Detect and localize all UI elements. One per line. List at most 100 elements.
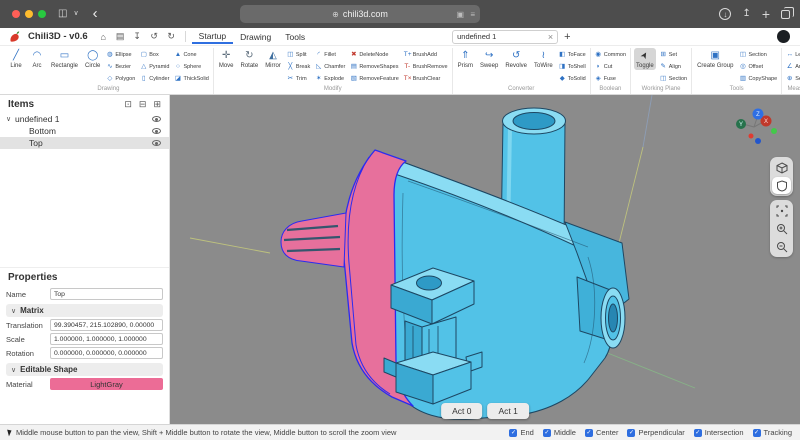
tool-thicksolid-button[interactable]: ◪ThickSolid	[173, 73, 209, 84]
act-button-0[interactable]: Act 0	[441, 403, 482, 419]
material-button[interactable]: LightGray	[50, 378, 163, 390]
axis-neg-y-dot[interactable]	[771, 128, 777, 134]
collapse-all-icon[interactable]: ⊟	[139, 99, 147, 110]
axis-neg-x-dot[interactable]	[749, 134, 754, 139]
tree-item-top[interactable]: Top	[0, 137, 169, 149]
zoom-in-button[interactable]	[772, 220, 791, 237]
visibility-eye-icon[interactable]	[152, 128, 161, 134]
snap-intersection[interactable]: ✓Intersection	[694, 428, 744, 437]
tool-circle-button[interactable]: ◯Circle	[83, 48, 102, 70]
file-button[interactable]: ▤	[113, 30, 128, 44]
new-browser-tab-button[interactable]: +	[762, 9, 770, 19]
tool-section-button[interactable]: ◫Section	[659, 73, 688, 84]
visibility-eye-icon[interactable]	[152, 140, 161, 146]
tool-line-button[interactable]: ╱Line	[7, 48, 25, 70]
checkbox-checked-icon[interactable]: ✓	[627, 429, 635, 437]
tool-create-group-button[interactable]: ▣Create Group	[695, 48, 735, 70]
checkbox-checked-icon[interactable]: ✓	[585, 429, 593, 437]
tool-cut-button[interactable]: ◗Cut	[594, 61, 627, 72]
checkbox-checked-icon[interactable]: ✓	[543, 429, 551, 437]
tool-section-button[interactable]: ◫Section	[738, 49, 778, 60]
tool-sweep-button[interactable]: ↪Sweep	[478, 48, 500, 70]
tab-tools[interactable]: Tools	[278, 30, 312, 43]
tool-toface-button[interactable]: ◧ToFace	[558, 49, 587, 60]
tool-length-button[interactable]: ↔Length	[785, 49, 800, 60]
tool-removefeature-button[interactable]: ▧RemoveFeature	[349, 73, 399, 84]
chevron-down-icon[interactable]: ∨	[73, 9, 78, 19]
tool-tosolid-button[interactable]: ◆ToSolid	[558, 73, 587, 84]
checkbox-checked-icon[interactable]: ✓	[509, 429, 517, 437]
tool-set-button[interactable]: ⊞Set	[659, 49, 688, 60]
snap-perpendicular[interactable]: ✓Perpendicular	[627, 428, 684, 437]
tool-rotate-button[interactable]: ↻Rotate	[239, 48, 261, 70]
tool-removeshapes-button[interactable]: ▤RemoveShapes	[349, 61, 399, 72]
tool-angle-button[interactable]: ∠Angle	[785, 61, 800, 72]
link-document-icon[interactable]: ⊡	[124, 99, 132, 110]
close-window-button[interactable]	[12, 10, 20, 18]
tool-toggle-button[interactable]: ➤Toggle	[634, 48, 656, 70]
home-button[interactable]: ⌂	[96, 30, 111, 44]
tool-cone-button[interactable]: ▲Cone	[173, 49, 209, 60]
tool-align-button[interactable]: ✎Align	[659, 61, 688, 72]
tool-split-button[interactable]: ◫Split	[286, 49, 311, 60]
snap-middle[interactable]: ✓Middle	[543, 428, 576, 437]
section-header-editable-shape[interactable]: ∨Editable Shape	[6, 363, 163, 376]
tool-deletenode-button[interactable]: ✖DeleteNode	[349, 49, 399, 60]
close-document-icon[interactable]: ×	[548, 32, 553, 42]
tool-towire-button[interactable]: ≀ToWire	[532, 48, 555, 70]
tool-ellipse-button[interactable]: ◍Ellipse	[105, 49, 136, 60]
redo-button[interactable]: ↻	[164, 30, 179, 44]
viewport-3d[interactable]: Y X Z	[170, 95, 800, 424]
tree-item-undefined-1[interactable]: ∨undefined 1	[0, 113, 169, 125]
tool-brushremove-button[interactable]: T-BrushRemove	[403, 61, 449, 72]
tab-drawing[interactable]: Drawing	[233, 30, 278, 43]
name-input[interactable]	[50, 288, 163, 300]
orientation-gizmo[interactable]: Y X Z	[730, 103, 790, 151]
tool-toshell-button[interactable]: ◨ToShell	[558, 61, 587, 72]
share-icon[interactable]: ↥	[742, 9, 750, 19]
tool-offset-button[interactable]: ◎Offset	[738, 61, 778, 72]
tool-break-button[interactable]: ╳Break	[286, 61, 311, 72]
snap-tracking[interactable]: ✓Tracking	[753, 428, 792, 437]
axis-neg-z-dot[interactable]	[755, 138, 761, 144]
property-input-translation[interactable]	[50, 319, 163, 331]
visibility-eye-icon[interactable]	[152, 116, 161, 122]
snap-center[interactable]: ✓Center	[585, 428, 619, 437]
tab-overview-icon[interactable]	[781, 10, 790, 19]
property-input-scale[interactable]	[50, 333, 163, 345]
tool-fuse-button[interactable]: ◈Fuse	[594, 73, 627, 84]
tool-bezier-button[interactable]: ∿Bezier	[105, 61, 136, 72]
expand-all-icon[interactable]: ⊞	[153, 99, 161, 110]
undo-button[interactable]: ↺	[147, 30, 162, 44]
wireframe-view-button[interactable]	[772, 159, 791, 176]
tool-copyshape-button[interactable]: ▥CopyShape	[738, 73, 778, 84]
url-bar[interactable]: ⊕ chili3d.com ▣ ≡	[240, 5, 480, 23]
property-input-rotation[interactable]	[50, 347, 163, 359]
chevron-down-icon[interactable]: ∨	[6, 115, 15, 123]
tool-brushclear-button[interactable]: T×BrushClear	[403, 73, 449, 84]
privacy-badge-icon[interactable]: ▣	[456, 10, 464, 19]
zoom-out-button[interactable]	[772, 238, 791, 255]
tool-rectangle-button[interactable]: ▭Rectangle	[49, 48, 80, 70]
tool-trim-button[interactable]: ✂Trim	[286, 73, 311, 84]
tool-prism-button[interactable]: ⇑Prism	[456, 48, 475, 70]
sidebar-toggle-icon[interactable]: ◫	[58, 9, 67, 19]
download-button[interactable]: ↧	[130, 30, 145, 44]
act-button-1[interactable]: Act 1	[488, 403, 529, 419]
fullscreen-window-button[interactable]	[38, 10, 46, 18]
tree-item-bottom[interactable]: Bottom	[0, 125, 169, 137]
tool-pyramid-button[interactable]: △Pyramid	[139, 61, 170, 72]
document-tab[interactable]: undefined 1 ×	[452, 30, 558, 44]
reader-icon[interactable]: ≡	[470, 10, 475, 19]
downloads-icon[interactable]: ↓	[719, 8, 731, 20]
minimize-window-button[interactable]	[25, 10, 33, 18]
tool-chamfer-button[interactable]: ◺Chamfer	[314, 61, 346, 72]
tool-revolve-button[interactable]: ↺Revolve	[503, 48, 529, 70]
tool-sphere-button[interactable]: ○Sphere	[173, 61, 209, 72]
tool-box-button[interactable]: ▢Box	[139, 49, 170, 60]
tool-mirror-button[interactable]: ◭Mirror	[263, 48, 283, 70]
shaded-view-button[interactable]	[772, 177, 791, 194]
section-header-matrix[interactable]: ∨Matrix	[6, 304, 163, 317]
tool-move-button[interactable]: ✛Move	[217, 48, 236, 70]
tool-cylinder-button[interactable]: ▯Cylinder	[139, 73, 170, 84]
